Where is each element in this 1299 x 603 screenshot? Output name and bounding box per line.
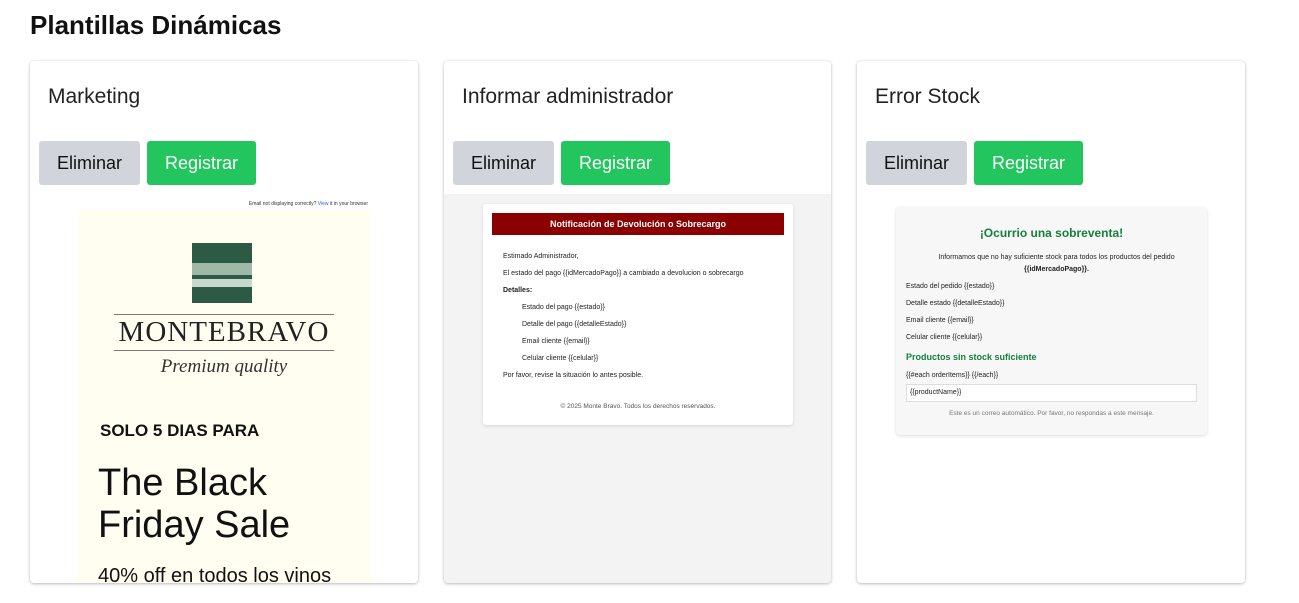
details-label: Detalles: bbox=[503, 287, 533, 294]
template-preview: Email not displaying correctly? View it … bbox=[30, 194, 418, 583]
email-body: Notificación de Devolución o Sobrecargo … bbox=[483, 204, 793, 425]
offer-text: 40% off en todos los vinos bbox=[98, 565, 332, 583]
divider bbox=[114, 350, 334, 351]
email-body: MONTEBRAVO Premium quality SOLO 5 DIAS P… bbox=[78, 210, 370, 583]
brand-tagline: Premium quality bbox=[160, 356, 288, 377]
template-card-informar-administrador: Informar administrador Eliminar Registra… bbox=[444, 61, 831, 583]
card-title: Informar administrador bbox=[462, 85, 674, 108]
template-preview: Notificación de Devolución o Sobrecargo … bbox=[444, 194, 831, 583]
register-button[interactable]: Registrar bbox=[974, 141, 1084, 185]
product-name-cell: {{productName}} bbox=[906, 384, 1197, 402]
template-card-error-stock: Error Stock Eliminar Registrar ¡Ocurrio … bbox=[857, 61, 1245, 583]
detail-item: Celular cliente {{celular}} bbox=[906, 334, 983, 341]
order-id: {{idMercadoPago}}. bbox=[1024, 266, 1089, 273]
detail-item: Detalle del pago {{detalleEstado}} bbox=[522, 321, 627, 328]
detail-item: Estado del pago {{estado}} bbox=[522, 304, 605, 311]
card-title: Marketing bbox=[48, 85, 141, 108]
detail-item: Celular cliente {{celular}} bbox=[522, 355, 599, 362]
notification-header: Notificación de Devolución o Sobrecargo bbox=[492, 213, 784, 235]
closing-text: Por favor, revise la situación lo antes … bbox=[503, 372, 644, 379]
view-in-browser-link[interactable]: View bbox=[318, 201, 329, 207]
detail-item: Detalle estado {{detalleEstado}} bbox=[906, 300, 1005, 307]
mountain-landscape-logo-icon bbox=[192, 243, 252, 303]
email-footer: Este es un correo automático. Por favor,… bbox=[949, 410, 1154, 417]
divider bbox=[114, 314, 334, 315]
email-body: ¡Ocurrio una sobreventa! Informamos que … bbox=[896, 207, 1207, 435]
card-title: Error Stock bbox=[875, 85, 981, 108]
pre-heading: SOLO 5 DIAS PARA bbox=[100, 421, 260, 440]
template-preview: ¡Ocurrio una sobreventa! Informamos que … bbox=[857, 194, 1245, 583]
greeting: Estimado Administrador, bbox=[503, 253, 579, 260]
detail-item: Email cliente {{email}} bbox=[906, 317, 974, 324]
email-footer: © 2025 Monte Bravo. Todos los derechos r… bbox=[560, 403, 716, 410]
detail-item: Email cliente {{email}} bbox=[522, 338, 590, 345]
delete-button[interactable]: Eliminar bbox=[39, 141, 141, 185]
intro-text: El estado del pago {{idMercadoPago}} a c… bbox=[503, 270, 744, 277]
template-card-marketing: Marketing Eliminar Registrar Email not d… bbox=[30, 61, 418, 583]
subheading: Productos sin stock suficiente bbox=[906, 352, 1037, 362]
loop-placeholder: {{#each orderItems}} {{/each}} bbox=[906, 372, 999, 379]
detail-item: Estado del pedido {{estado}} bbox=[906, 283, 995, 290]
browser-notice: Email not displaying correctly? View it … bbox=[248, 201, 368, 207]
headline: The Black Friday Sale bbox=[98, 462, 291, 546]
oversale-heading: ¡Ocurrio una sobreventa! bbox=[979, 226, 1124, 240]
register-button[interactable]: Registrar bbox=[561, 141, 671, 185]
intro-text: Informamos que no hay suficiente stock p… bbox=[938, 254, 1175, 273]
page-title: Plantillas Dinámicas bbox=[30, 10, 282, 40]
delete-button[interactable]: Eliminar bbox=[866, 141, 968, 185]
delete-button[interactable]: Eliminar bbox=[453, 141, 555, 185]
brand-name: MONTEBRAVO bbox=[118, 316, 330, 348]
register-button[interactable]: Registrar bbox=[147, 141, 257, 185]
